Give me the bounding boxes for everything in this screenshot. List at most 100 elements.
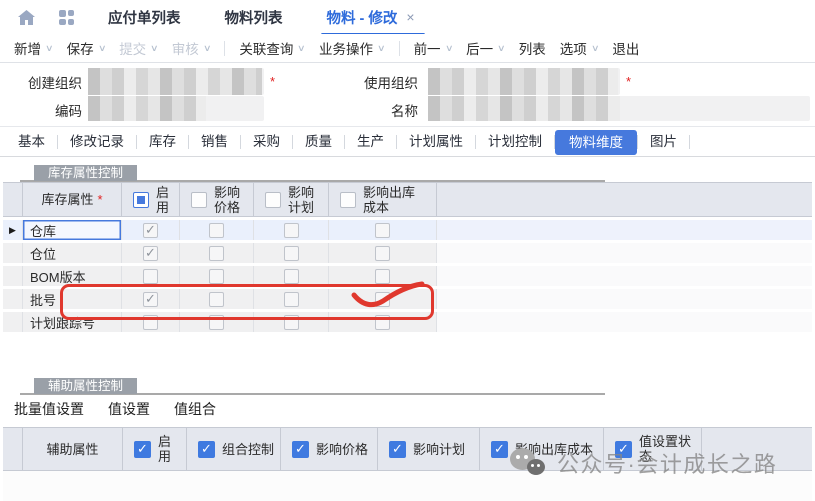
affect-price-checkbox[interactable] bbox=[209, 223, 224, 238]
col-header-enable: 启用 bbox=[123, 428, 187, 470]
name-field[interactable] bbox=[428, 96, 810, 121]
attr-name-cell[interactable]: 计划跟踪号 bbox=[23, 312, 122, 332]
home-icon[interactable] bbox=[18, 10, 35, 25]
tab-plan-attrs[interactable]: 计划属性 bbox=[397, 130, 475, 154]
tab-production[interactable]: 生产 bbox=[345, 130, 396, 154]
row-indicator-header bbox=[3, 183, 23, 216]
affect-price-checkbox[interactable] bbox=[209, 315, 224, 330]
affect-cost-checkbox[interactable] bbox=[375, 246, 390, 261]
enable-checkbox[interactable] bbox=[143, 292, 158, 307]
affect-plan-checkbox[interactable] bbox=[284, 223, 299, 238]
attr-name-cell[interactable]: 仓位 bbox=[23, 243, 122, 263]
create-org-field[interactable] bbox=[88, 68, 264, 95]
tab-quality[interactable]: 质量 bbox=[293, 130, 344, 154]
enable-cell bbox=[122, 312, 180, 332]
affect-plan-checkbox[interactable] bbox=[284, 292, 299, 307]
attr-name-cell[interactable]: 批号 bbox=[23, 289, 122, 309]
next-button[interactable]: 后一∨ bbox=[466, 38, 505, 58]
doc-tab-payable-list[interactable]: 应付单列表 bbox=[108, 7, 181, 28]
col-header-affect-plan: 影响计划 bbox=[378, 428, 480, 470]
chevron-down-icon: ∨ bbox=[203, 43, 212, 54]
code-label: 编码 bbox=[10, 100, 82, 120]
affect-plan-checkbox[interactable] bbox=[284, 269, 299, 284]
plan-cell bbox=[254, 220, 329, 240]
business-ops-button[interactable]: 业务操作∨ bbox=[319, 38, 385, 58]
required-asterisk: * bbox=[626, 74, 631, 89]
use-org-field[interactable] bbox=[428, 68, 620, 95]
tab-basic[interactable]: 基本 bbox=[6, 130, 57, 154]
related-query-button[interactable]: 关联查询∨ bbox=[239, 38, 305, 58]
value-set-status-checkbox[interactable] bbox=[615, 441, 632, 458]
affect-plan-checkbox[interactable] bbox=[389, 441, 406, 458]
chevron-down-icon[interactable]: ∨ bbox=[297, 43, 306, 54]
submit-button: 提交∨ bbox=[119, 38, 158, 58]
new-button[interactable]: 新增∨ bbox=[14, 38, 53, 58]
attr-name-cell[interactable]: 仓库 bbox=[23, 220, 122, 240]
affect-price-checkbox[interactable] bbox=[209, 269, 224, 284]
plan-cell bbox=[254, 243, 329, 263]
chevron-down-icon[interactable]: ∨ bbox=[591, 43, 600, 54]
masked-value bbox=[88, 96, 206, 121]
list-button[interactable]: 列表 bbox=[519, 38, 546, 58]
apps-grid-icon[interactable] bbox=[59, 10, 74, 25]
affect-plan-all-checkbox[interactable] bbox=[265, 192, 281, 208]
attr-name-cell[interactable]: BOM版本 bbox=[23, 266, 122, 286]
tab-sales[interactable]: 销售 bbox=[189, 130, 240, 154]
save-button[interactable]: 保存∨ bbox=[67, 38, 106, 58]
tab-change-log[interactable]: 修改记录 bbox=[58, 130, 136, 154]
row-indicator bbox=[3, 312, 23, 332]
combo-control-checkbox[interactable] bbox=[198, 441, 215, 458]
price-cell bbox=[180, 312, 254, 332]
chevron-down-icon[interactable]: ∨ bbox=[98, 43, 107, 54]
enable-cell bbox=[122, 243, 180, 263]
tab-inventory[interactable]: 库存 bbox=[137, 130, 188, 154]
affect-cost-checkbox[interactable] bbox=[375, 269, 390, 284]
enable-checkbox[interactable] bbox=[143, 246, 158, 261]
masked-value bbox=[428, 68, 618, 95]
enable-checkbox[interactable] bbox=[143, 269, 158, 284]
chevron-down-icon[interactable]: ∨ bbox=[45, 43, 54, 54]
affect-cost-all-checkbox[interactable] bbox=[340, 192, 356, 208]
tab-plan-control[interactable]: 计划控制 bbox=[476, 130, 554, 154]
affect-plan-checkbox[interactable] bbox=[284, 315, 299, 330]
affect-price-all-checkbox[interactable] bbox=[191, 192, 207, 208]
cost-cell bbox=[329, 312, 437, 332]
inventory-section-strip: 库存属性控制 bbox=[20, 164, 605, 182]
aux-attr-table: 辅助属性 启用 组合控制 影响价格 影响计划 影响出库成本 值设置状态 bbox=[3, 427, 812, 471]
plan-cell bbox=[254, 312, 329, 332]
options-button[interactable]: 选项∨ bbox=[560, 38, 599, 58]
affect-cost-checkbox[interactable] bbox=[375, 315, 390, 330]
batch-value-setting-link[interactable]: 批量值设置 bbox=[14, 399, 84, 419]
plan-cell bbox=[254, 266, 329, 286]
enable-checkbox[interactable] bbox=[143, 223, 158, 238]
tab-purchase[interactable]: 采购 bbox=[241, 130, 292, 154]
close-tab-icon[interactable]: × bbox=[406, 9, 414, 25]
chevron-down-icon[interactable]: ∨ bbox=[445, 43, 454, 54]
chevron-down-icon[interactable]: ∨ bbox=[497, 43, 506, 54]
previous-button[interactable]: 前一∨ bbox=[414, 38, 453, 58]
cost-cell bbox=[329, 220, 437, 240]
enable-all-checkbox[interactable] bbox=[133, 192, 149, 208]
affect-price-checkbox[interactable] bbox=[209, 292, 224, 307]
affect-cost-checkbox[interactable] bbox=[491, 441, 508, 458]
affect-price-checkbox[interactable] bbox=[209, 246, 224, 261]
code-field[interactable] bbox=[88, 96, 264, 121]
row-filler bbox=[437, 220, 812, 240]
enable-checkbox[interactable] bbox=[134, 441, 151, 458]
value-combination-link[interactable]: 值组合 bbox=[174, 399, 216, 419]
aux-table-header: 辅助属性 启用 组合控制 影响价格 影响计划 影响出库成本 值设置状态 bbox=[3, 427, 812, 471]
affect-cost-checkbox[interactable] bbox=[375, 292, 390, 307]
chevron-down-icon[interactable]: ∨ bbox=[377, 43, 386, 54]
tab-material-dimension[interactable]: 物料维度 bbox=[555, 130, 637, 155]
affect-price-checkbox[interactable] bbox=[292, 441, 309, 458]
value-setting-link[interactable]: 值设置 bbox=[108, 399, 150, 419]
enable-cell bbox=[122, 220, 180, 240]
enable-checkbox[interactable] bbox=[143, 315, 158, 330]
exit-button[interactable]: 退出 bbox=[612, 38, 639, 58]
tab-picture[interactable]: 图片 bbox=[638, 130, 689, 154]
affect-cost-checkbox[interactable] bbox=[375, 223, 390, 238]
affect-plan-checkbox[interactable] bbox=[284, 246, 299, 261]
create-org-label: 创建组织 bbox=[10, 72, 82, 92]
doc-tab-material-list[interactable]: 物料列表 bbox=[225, 7, 283, 28]
doc-tab-material-edit[interactable]: 物料 - 修改 × bbox=[327, 7, 415, 28]
